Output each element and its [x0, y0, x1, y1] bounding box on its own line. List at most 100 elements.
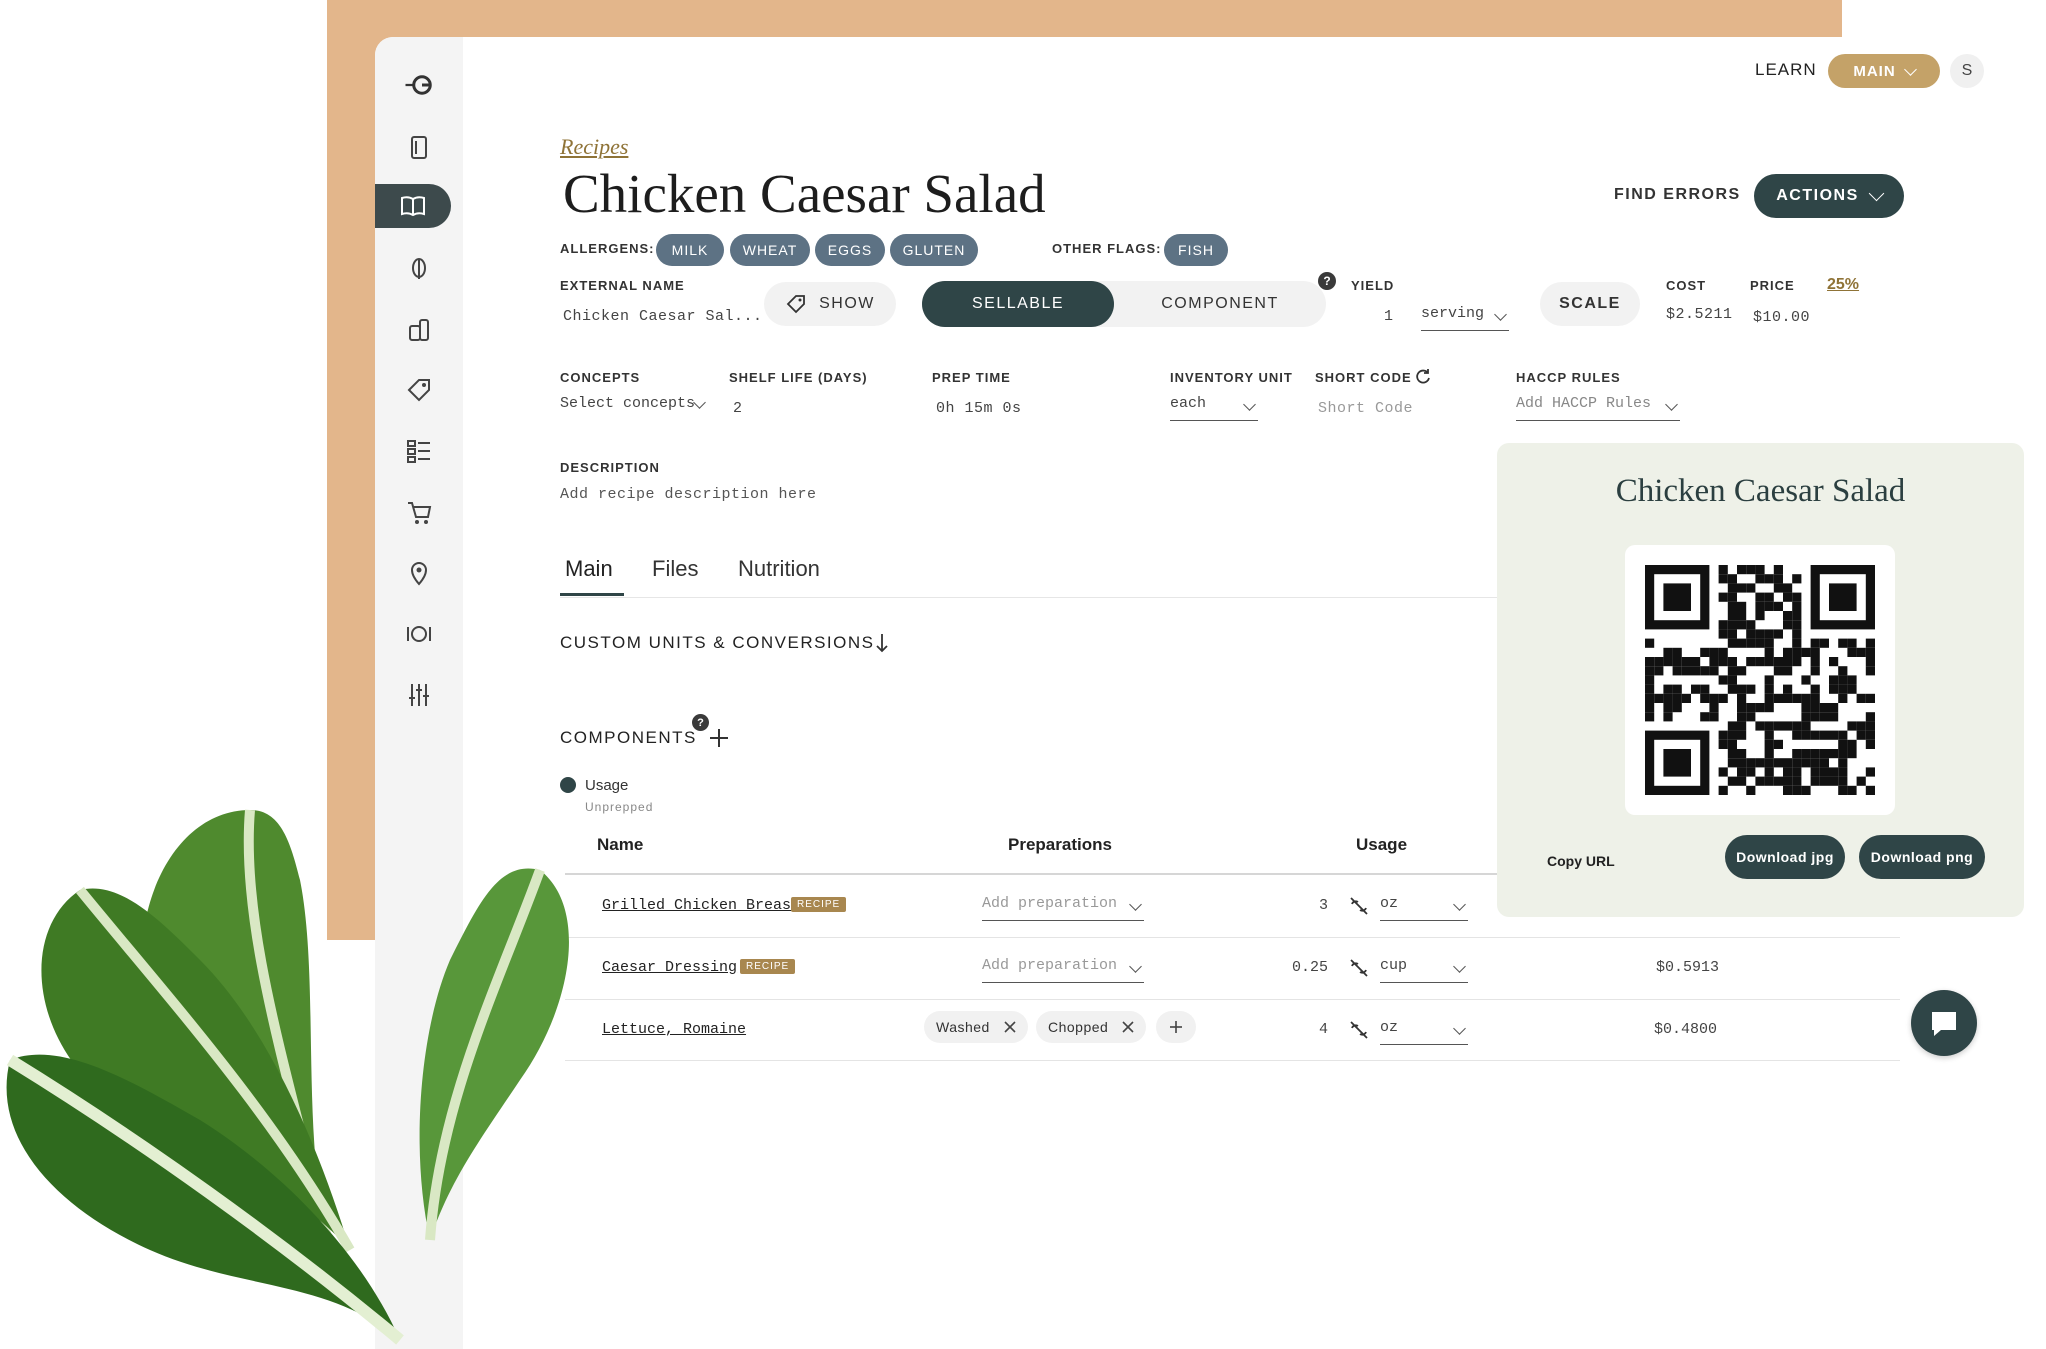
haccp-select[interactable]: Add HACCP Rules [1516, 394, 1680, 421]
refresh-icon[interactable] [1414, 367, 1432, 385]
row-divider [565, 937, 1900, 938]
concepts-value: Select concepts [560, 395, 696, 412]
table-header-divider [565, 873, 1505, 875]
help-icon[interactable]: ? [1318, 272, 1336, 290]
settings-sliders-icon[interactable] [375, 673, 463, 717]
breadcrumb[interactable]: Recipes [560, 134, 628, 160]
preparation-chip[interactable]: Chopped [1036, 1011, 1147, 1043]
component-name-link[interactable]: Lettuce, Romaine [602, 1021, 746, 1038]
tab-files[interactable]: Files [652, 556, 698, 582]
chip-label: Chopped [1048, 1019, 1109, 1035]
lettuce-image [6, 809, 569, 1345]
usage-unit-select[interactable]: cup [1380, 956, 1468, 983]
shelf-life-input[interactable]: 2 [733, 400, 743, 417]
unlink-icon[interactable] [1348, 1019, 1370, 1041]
ingredient-icon[interactable] [375, 245, 463, 289]
clipboard-icon[interactable] [375, 125, 463, 169]
price-percent-link[interactable]: 25% [1827, 276, 1859, 294]
chat-button[interactable] [1911, 990, 1977, 1056]
unlink-icon[interactable] [1348, 895, 1370, 917]
actions-button[interactable]: ACTIONS [1754, 174, 1904, 218]
yield-qty-input[interactable]: 1 [1384, 308, 1394, 325]
concepts-label: CONCEPTS [560, 370, 641, 385]
chevron-down-icon [1494, 308, 1507, 321]
prep-time-label: PREP TIME [932, 370, 1011, 385]
haccp-label: HACCP RULES [1516, 370, 1621, 385]
usage-qty-input[interactable]: 0.25 [1278, 959, 1328, 976]
checklist-icon[interactable] [375, 429, 463, 473]
tag-icon[interactable] [375, 368, 463, 412]
actions-label: ACTIONS [1776, 187, 1859, 204]
allergen-pill[interactable]: MILK [656, 234, 724, 266]
bottle-icon[interactable] [375, 307, 463, 351]
help-icon[interactable]: ? [692, 714, 709, 731]
description-input[interactable]: Add recipe description here [560, 486, 817, 503]
arrow-down-icon[interactable] [874, 632, 890, 654]
chevron-down-icon [1665, 398, 1678, 411]
preparation-placeholder: Add preparation [982, 895, 1118, 912]
download-jpg-button[interactable]: Download jpg [1725, 835, 1845, 879]
usage-qty-input[interactable]: 4 [1312, 1021, 1328, 1038]
cart-icon[interactable] [375, 490, 463, 534]
location-icon[interactable] [375, 551, 463, 595]
preparation-select[interactable]: Add preparation [982, 956, 1144, 983]
usage-unit-select[interactable]: oz [1380, 894, 1468, 921]
other-flags-label: OTHER FLAGS: [1052, 241, 1162, 256]
recipe-badge: RECIPE [740, 959, 796, 974]
usage-qty-input[interactable]: 3 [1312, 897, 1328, 914]
preparation-chip[interactable]: Washed [924, 1011, 1028, 1043]
close-icon[interactable] [1122, 1021, 1134, 1033]
page-title: Chicken Caesar Salad [563, 163, 1046, 224]
chevron-down-icon [1868, 185, 1885, 202]
inventory-unit-label: INVENTORY UNIT [1170, 370, 1293, 385]
main-menu-dropdown[interactable]: MAIN [1828, 54, 1940, 88]
custom-units-toggle[interactable]: CUSTOM UNITS & CONVERSIONS [560, 633, 875, 653]
preparation-placeholder: Add preparation [982, 957, 1118, 974]
row-cost: $0.4800 [1654, 1021, 1718, 1038]
price-value[interactable]: $10.00 [1753, 309, 1810, 326]
flag-pill[interactable]: FISH [1164, 234, 1228, 266]
learn-link[interactable]: LEARN [1755, 60, 1817, 80]
chip-label: Washed [936, 1019, 990, 1035]
dining-icon[interactable] [375, 612, 463, 656]
avatar[interactable]: S [1950, 54, 1984, 88]
plus-icon [1170, 1021, 1182, 1033]
add-preparation-button[interactable] [1156, 1011, 1196, 1043]
sellable-toggle-option[interactable]: SELLABLE [922, 281, 1114, 327]
tag-icon [786, 295, 806, 314]
scale-button[interactable]: SCALE [1540, 282, 1640, 326]
tab-nutrition[interactable]: Nutrition [738, 556, 820, 582]
chat-icon [1932, 1012, 1956, 1036]
copy-url-button[interactable]: Copy URL [1547, 853, 1615, 869]
usage-unit-select[interactable]: oz [1380, 1018, 1468, 1045]
component-name-link[interactable]: Grilled Chicken Breast [602, 897, 800, 914]
external-name-field[interactable]: Chicken Caesar Sal... [563, 308, 763, 325]
tab-divider [560, 597, 1500, 598]
inventory-unit-select[interactable]: each [1170, 394, 1258, 421]
short-code-input[interactable]: Short Code [1318, 400, 1413, 417]
concepts-select[interactable]: Select concepts [560, 394, 708, 420]
component-toggle-option[interactable]: COMPONENT [1126, 295, 1314, 313]
description-label: DESCRIPTION [560, 460, 660, 475]
qr-code-image [1645, 565, 1875, 795]
yield-label: YIELD [1351, 278, 1395, 293]
unlink-icon[interactable] [1348, 957, 1370, 979]
preparation-select[interactable]: Add preparation [982, 894, 1144, 921]
find-errors-button[interactable]: FIND ERRORS [1614, 186, 1741, 204]
qr-panel-title: Chicken Caesar Salad [1615, 473, 1906, 509]
allergen-pill[interactable]: EGGS [815, 234, 885, 266]
close-icon[interactable] [1004, 1021, 1016, 1033]
component-name-link[interactable]: Caesar Dressing [602, 959, 737, 976]
yield-unit-select[interactable]: serving [1421, 304, 1509, 331]
add-component-icon[interactable] [708, 727, 730, 749]
download-png-button[interactable]: Download png [1859, 835, 1985, 879]
external-name-label: EXTERNAL NAME [560, 278, 685, 293]
logo-icon[interactable] [375, 63, 463, 107]
show-button[interactable]: SHOW [764, 282, 896, 326]
tab-main[interactable]: Main [565, 556, 613, 582]
allergen-pill[interactable]: GLUTEN [890, 234, 978, 266]
prep-time-input[interactable]: 0h 15m 0s [936, 400, 1022, 417]
allergen-pill[interactable]: WHEAT [730, 234, 810, 266]
usage-unit-value: oz [1380, 1019, 1399, 1036]
recipe-book-icon[interactable] [375, 184, 451, 228]
